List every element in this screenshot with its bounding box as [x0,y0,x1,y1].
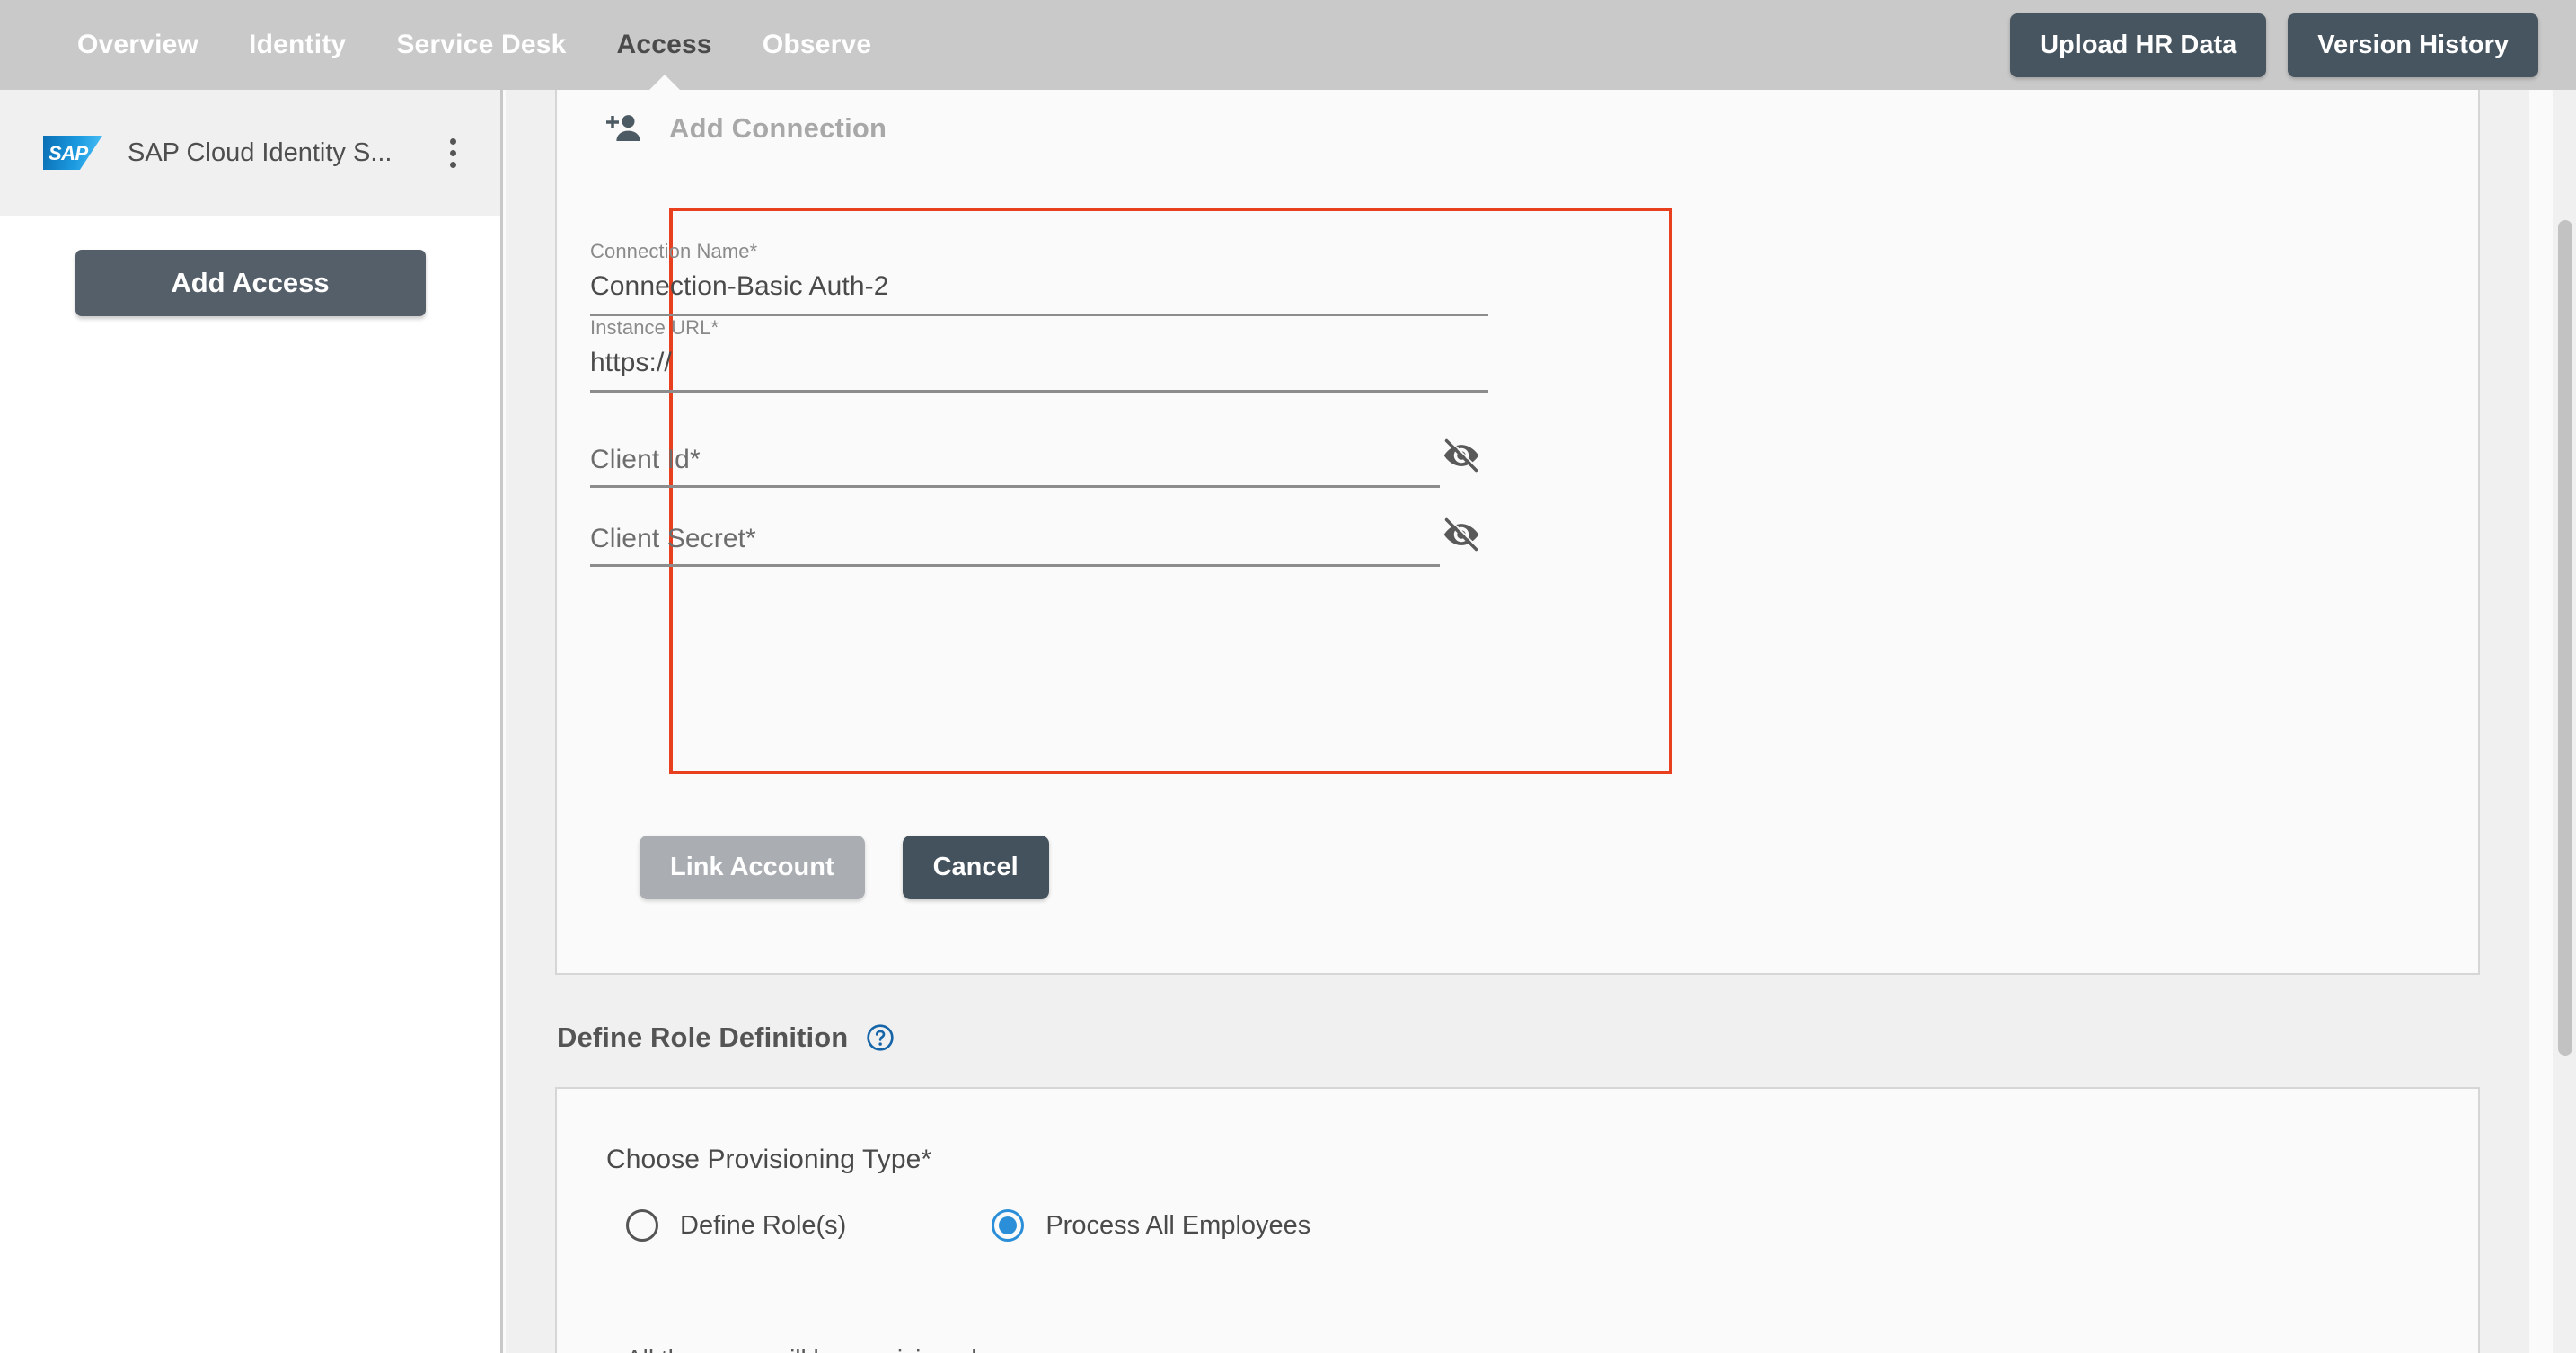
kebab-dot [449,137,456,145]
connection-name-label: Connection Name* [590,240,758,262]
nav-tab-overview[interactable]: Overview [52,0,224,90]
page-scrollbar-thumb[interactable] [2558,220,2572,1056]
connection-name-field[interactable]: Connection Name* Connection-Basic Auth-2 [590,240,1488,316]
link-account-button[interactable]: Link Account [640,836,865,899]
nav-tab-label: Identity [249,30,347,59]
sidebar-actions: Add Access [0,216,500,316]
sap-logo-text: SAP [49,142,88,164]
provisioning-type-card: Choose Provisioning Type* Define Role(s)… [555,1087,2480,1353]
instance-url-field[interactable]: Instance URL* https:// [590,316,1488,393]
client-id-input[interactable]: Client Id* [590,445,1440,488]
main-content-area: Add Connection Connection Name* Connecti… [506,90,2529,1353]
connection-name-input[interactable]: Connection-Basic Auth-2 [590,271,1488,316]
radio-option-process-all-employees[interactable]: Process All Employees [992,1209,1310,1242]
define-role-definition-section: Define Role Definition Choose Provisioni… [555,1021,2480,1353]
add-access-button[interactable]: Add Access [75,250,426,316]
role-section-title: Define Role Definition [557,1021,849,1053]
connection-form-actions: Link Account Cancel [640,836,1049,899]
radio-circle-selected-icon[interactable] [992,1209,1025,1242]
radio-option-define-roles[interactable]: Define Role(s) [626,1209,846,1242]
nav-actions: Upload HR Data Version History [2010,13,2576,77]
visibility-off-icon[interactable] [1440,515,1483,554]
provisioning-type-radio-group: Define Role(s) Process All Employees [557,1175,2478,1242]
top-navigation-bar: Overview Identity Service Desk Access Ob… [0,0,2576,90]
add-connection-header[interactable]: Add Connection [557,90,2478,147]
upload-hr-data-button[interactable]: Upload HR Data [2010,13,2267,77]
nav-tab-observe[interactable]: Observe [737,0,896,90]
radio-label: Define Role(s) [680,1210,847,1240]
nav-tab-identity[interactable]: Identity [224,0,371,90]
kebab-menu-icon[interactable] [437,137,468,168]
version-history-button[interactable]: Version History [2288,13,2538,77]
page-scrollbar-track[interactable] [2553,90,2576,1353]
sidebar-app-name: SAP Cloud Identity S... [128,137,393,167]
nav-tab-label: Service Desk [396,30,567,59]
help-circle-icon[interactable] [866,1023,895,1052]
instance-url-label: Instance URL* [590,316,719,339]
radio-label: Process All Employees [1045,1210,1311,1240]
nav-tab-label: Access [616,30,712,59]
sap-logo-icon: SAP [43,136,102,170]
instance-url-input[interactable]: https:// [590,348,1488,393]
person-add-icon [606,115,640,141]
add-connection-card: Add Connection Connection Name* Connecti… [555,90,2480,975]
nav-tab-label: Observe [762,30,872,59]
role-heading-row: Define Role Definition [555,1021,2480,1054]
kebab-dot [449,161,456,168]
provisioning-type-label: Choose Provisioning Type* [606,1145,932,1174]
nav-items: Overview Identity Service Desk Access Ob… [0,0,896,90]
client-secret-input[interactable]: Client Secret* [590,524,1440,567]
client-id-field[interactable]: Client Id* [590,436,1488,488]
kebab-dot [449,149,456,156]
active-tab-caret-icon [648,75,680,90]
radio-circle-icon[interactable] [626,1209,658,1242]
add-connection-title: Add Connection [669,112,887,144]
nav-tab-label: Overview [77,30,199,59]
nav-tab-service-desk[interactable]: Service Desk [371,0,591,90]
visibility-off-icon[interactable] [1440,436,1483,475]
client-secret-field[interactable]: Client Secret* [590,515,1488,567]
cancel-button[interactable]: Cancel [902,836,1049,899]
provisioning-note: All the users will be provisioned [626,1345,977,1353]
sidebar-item-sap-cloud-identity[interactable]: SAP SAP Cloud Identity S... [0,90,500,216]
sidebar: SAP SAP Cloud Identity S... Add Access [0,90,503,1353]
nav-tab-access[interactable]: Access [592,0,737,90]
